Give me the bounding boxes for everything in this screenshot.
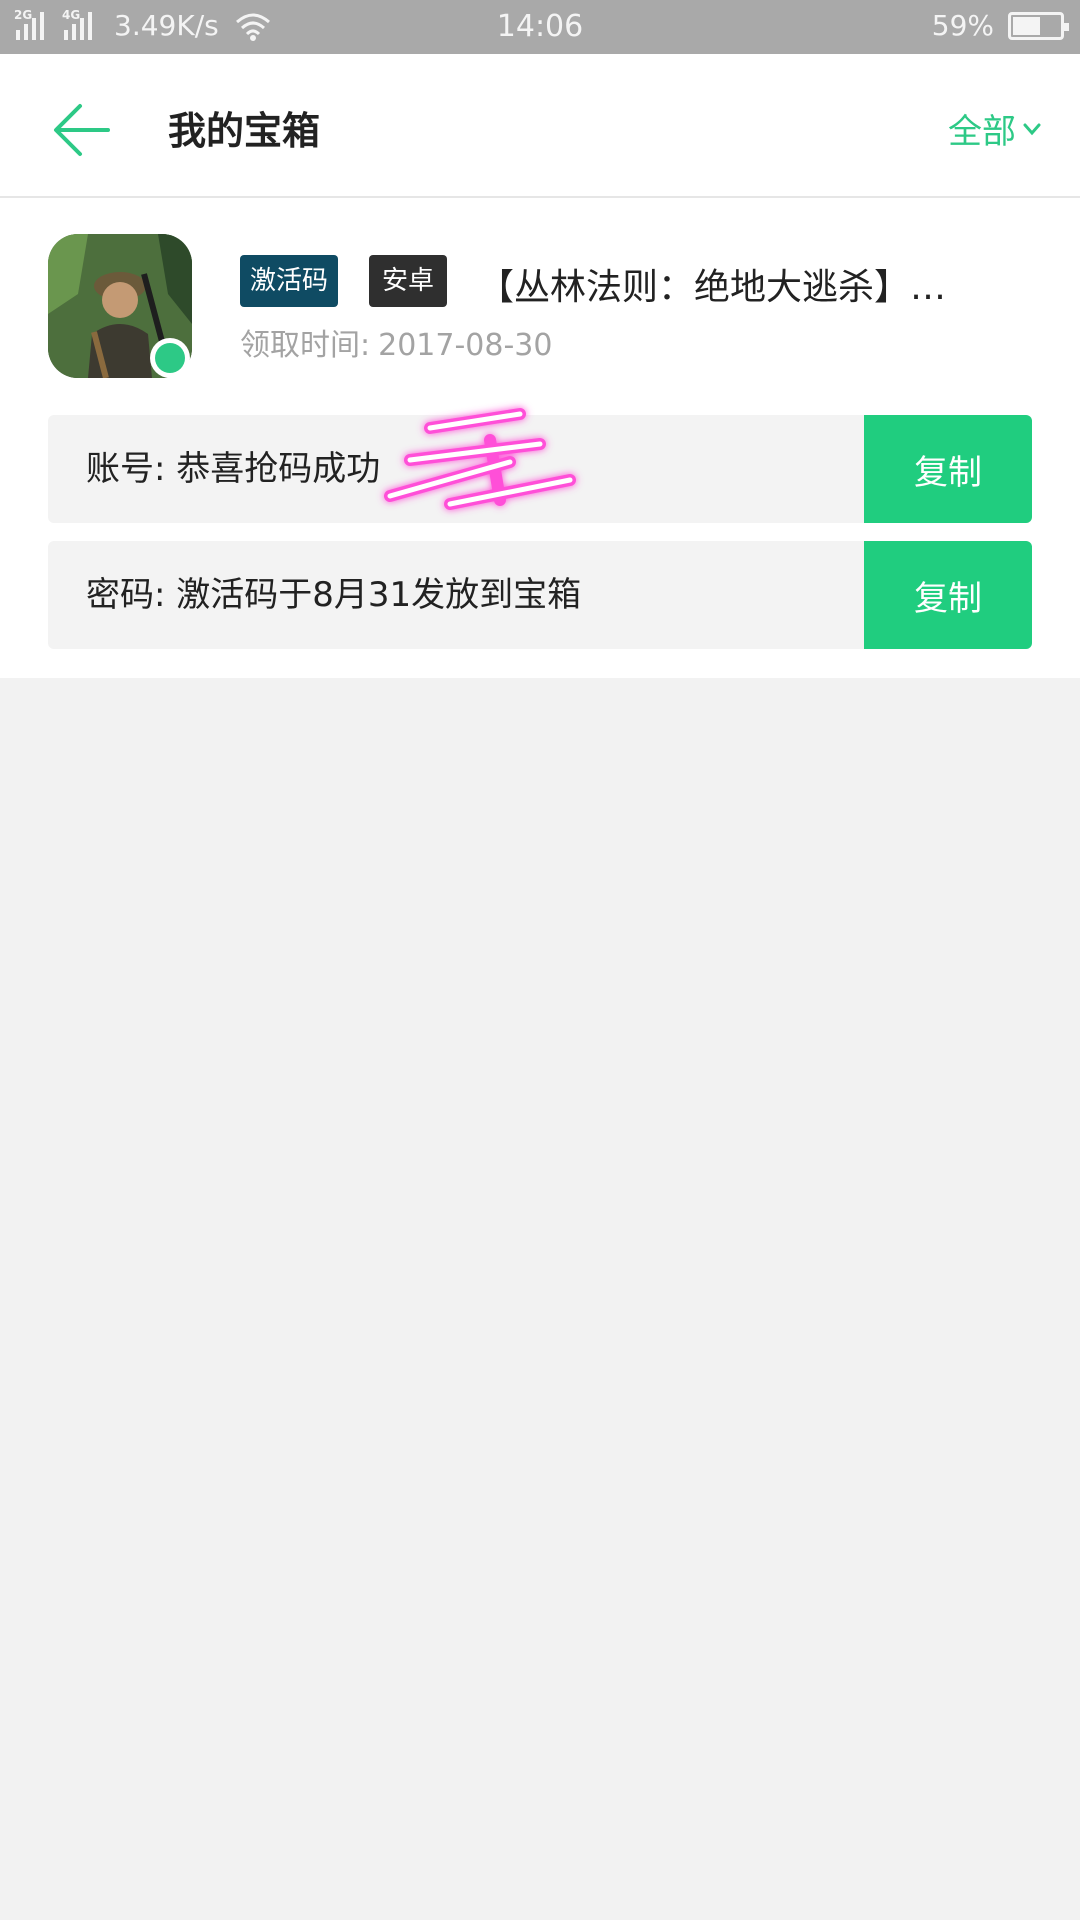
battery-percent: 59% — [931, 9, 994, 42]
account-value: 恭喜抢码成功 — [176, 449, 381, 489]
app-header: 我的宝箱 全部 — [0, 54, 1080, 198]
arrow-left-icon[interactable] — [50, 98, 114, 162]
password-row: 密码: 激活码于8月31发放到宝箱 复制 — [48, 541, 1032, 649]
claim-time-value: 2017-08-30 — [378, 328, 553, 363]
copy-account-button[interactable]: 复制 — [864, 415, 1032, 523]
account-row: 账号: 恭喜抢码成功 复制 — [48, 415, 1032, 523]
status-bar: 2G 4G 3.49K/s 14:06 59% — [0, 0, 1080, 54]
treasure-item-card: 激活码 安卓 【丛林法则：绝地大逃杀】… 领取时间: 2017-08-30 账号:… — [0, 198, 1080, 678]
account-text: 账号: 恭喜抢码成功 — [86, 415, 380, 523]
status-right: 59% — [931, 9, 1069, 42]
chevron-down-icon — [1023, 123, 1041, 135]
filter-dropdown[interactable]: 全部 — [948, 104, 1042, 153]
tag-platform: 安卓 — [369, 255, 448, 307]
claim-time-label: 领取时间: — [240, 328, 371, 363]
page-title: 我的宝箱 — [168, 109, 321, 153]
password-label: 密码: — [86, 575, 166, 615]
game-title[interactable]: 【丛林法则：绝地大逃杀】… — [478, 258, 1018, 310]
password-text: 密码: 激活码于8月31发放到宝箱 — [86, 541, 581, 649]
tag-activation-code: 激活码 — [240, 255, 339, 307]
claim-time: 领取时间: 2017-08-30 — [240, 320, 552, 364]
android-badge-icon — [150, 338, 190, 378]
status-time: 14:06 — [496, 9, 584, 44]
filter-label: 全部 — [948, 112, 1016, 152]
copy-password-button[interactable]: 复制 — [864, 541, 1032, 649]
password-value: 激活码于8月31发放到宝箱 — [176, 575, 582, 615]
account-label: 账号: — [86, 449, 166, 489]
battery-icon — [1008, 11, 1069, 40]
